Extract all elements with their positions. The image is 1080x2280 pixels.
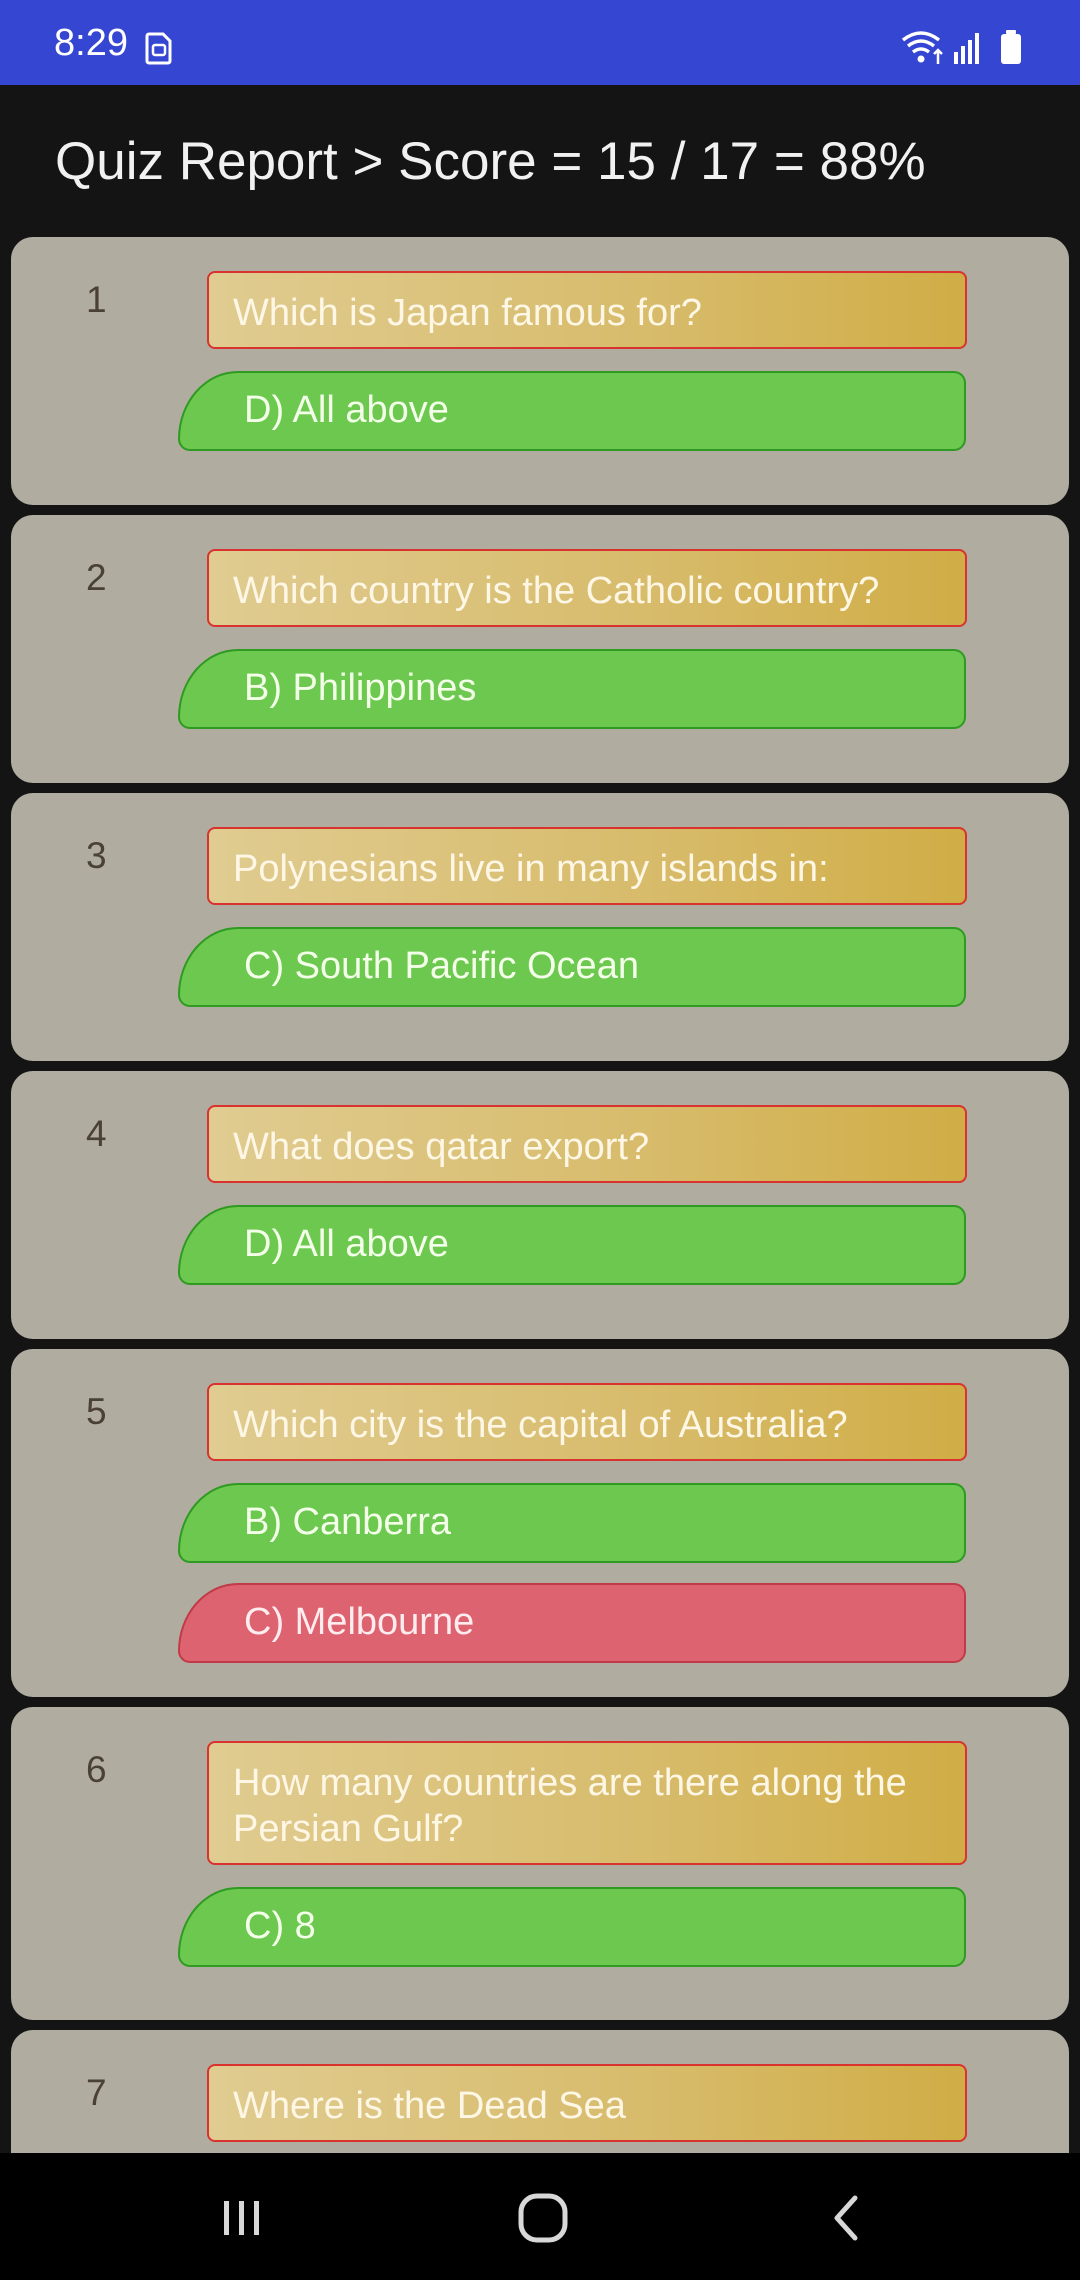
correct-answer: D) All above [178, 371, 966, 451]
page-title: Quiz Report > Score = 15 / 17 = 88% [55, 132, 926, 191]
status-time: 8:29 [54, 22, 128, 64]
question-text: How many countries are there along the P… [207, 1741, 967, 1865]
signal-icon [954, 33, 979, 64]
question-text: Which city is the capital of Australia? [207, 1383, 967, 1461]
correct-answer: C) South Pacific Ocean [178, 927, 966, 1007]
question-card[interactable]: 4 What does qatar export? D) All above [11, 1071, 1069, 1339]
correct-answer: C) 8 [178, 1887, 966, 1967]
correct-answer: B) Philippines [178, 649, 966, 729]
navigation-bar [0, 2153, 1080, 2280]
question-number: 2 [86, 557, 107, 598]
question-text: Where is the Dead Sea [207, 2064, 967, 2142]
quiz-report-list[interactable]: 1 Which is Japan famous for? D) All abov… [0, 235, 1080, 2153]
question-number: 6 [86, 1749, 107, 1790]
question-card[interactable]: 1 Which is Japan famous for? D) All abov… [11, 237, 1069, 505]
question-number: 4 [86, 1113, 107, 1154]
app-header: Quiz Report > Score = 15 / 17 = 88% [0, 85, 1080, 235]
sim-card-icon [144, 30, 174, 66]
question-card[interactable]: 2 Which country is the Catholic country?… [11, 515, 1069, 783]
wrong-answer: C) Melbourne [178, 1583, 966, 1663]
back-icon[interactable] [808, 2183, 888, 2253]
question-card[interactable]: 5 Which city is the capital of Australia… [11, 1349, 1069, 1697]
question-text: What does qatar export? [207, 1105, 967, 1183]
wifi-icon [901, 31, 943, 64]
correct-answer: D) All above [178, 1205, 966, 1285]
question-text: Polynesians live in many islands in: [207, 827, 967, 905]
home-icon[interactable] [503, 2183, 583, 2253]
question-number: 1 [86, 279, 107, 320]
battery-icon [1001, 30, 1021, 64]
question-number: 7 [86, 2072, 107, 2113]
question-number: 5 [86, 1391, 107, 1432]
question-text: Which country is the Catholic country? [207, 549, 967, 627]
question-card[interactable]: 6 How many countries are there along the… [11, 1707, 1069, 2020]
status-bar: 8:29 [0, 0, 1080, 85]
question-text: Which is Japan famous for? [207, 271, 967, 349]
question-card[interactable]: 3 Polynesians live in many islands in: C… [11, 793, 1069, 1061]
question-number: 3 [86, 835, 107, 876]
recents-icon[interactable] [202, 2183, 282, 2253]
correct-answer: B) Canberra [178, 1483, 966, 1563]
question-card[interactable]: 7 Where is the Dead Sea [11, 2030, 1069, 2153]
